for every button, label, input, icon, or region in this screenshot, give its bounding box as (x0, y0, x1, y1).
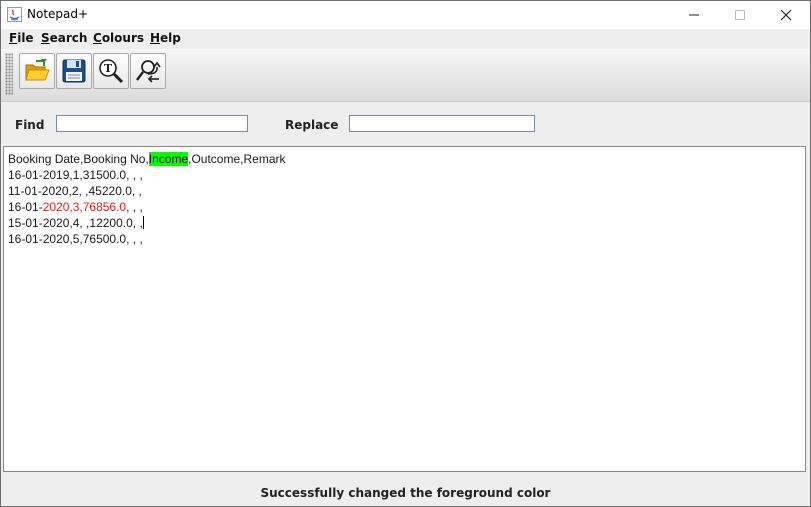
save-floppy-icon (62, 59, 86, 83)
text-caret (142, 216, 144, 229)
menu-search[interactable]: Search (41, 31, 87, 45)
open-folder-icon (25, 59, 50, 81)
toolbar: T (1, 49, 810, 102)
svg-text:T: T (104, 62, 113, 75)
status-bar: Successfully changed the foreground colo… (1, 473, 810, 506)
colored-text: 2020,3,76856.0 (42, 200, 127, 214)
menu-file[interactable]: File (9, 31, 34, 45)
menu-help[interactable]: Help (150, 31, 181, 45)
replace-icon (136, 60, 161, 83)
minimize-button[interactable] (671, 1, 717, 29)
editor-line: 16-01-2020,3,76856.0, , , (8, 200, 143, 214)
replace-button[interactable] (130, 53, 166, 89)
editor-line: 11-01-2020,2, ,45220.0, , (8, 184, 142, 198)
close-icon (780, 9, 792, 21)
find-replace-bar: Find Replace (1, 102, 810, 146)
editor-line: 16-01-2020,5,76500.0, , , (8, 232, 143, 246)
maximize-button[interactable] (717, 1, 763, 29)
minimize-icon (689, 14, 699, 16)
status-message: Successfully changed the foreground colo… (260, 486, 551, 500)
save-button[interactable] (56, 53, 92, 89)
close-button[interactable] (763, 1, 809, 29)
text-editor[interactable]: Booking Date,Booking No,Income,Outcome,R… (3, 146, 806, 472)
java-app-icon (7, 7, 22, 22)
find-input[interactable] (56, 115, 248, 132)
editor-line: Booking Date,Booking No,Income,Outcome,R… (8, 152, 286, 166)
find-magnifier-icon: T (99, 59, 124, 84)
title-bar[interactable]: Notepad+ (1, 1, 810, 29)
find-button[interactable]: T (93, 53, 129, 89)
editor-line: 16-01-2019,1,31500.0, , , (8, 168, 143, 182)
menu-bar: File Search Colours Help (1, 29, 810, 49)
app-window: Notepad+ File Search Colours Help T Find… (0, 0, 811, 507)
menu-colours[interactable]: Colours (93, 31, 144, 45)
open-button[interactable] (19, 53, 55, 89)
replace-input[interactable] (349, 115, 535, 132)
search-highlight: Income (148, 152, 189, 166)
window-title: Notepad+ (27, 7, 89, 21)
toolbar-grip-handle[interactable] (5, 53, 13, 95)
maximize-icon (735, 10, 745, 20)
find-label: Find (15, 118, 45, 132)
editor-line: 15-01-2020,4, ,12200.0, , (8, 216, 144, 230)
replace-label: Replace (285, 118, 339, 132)
